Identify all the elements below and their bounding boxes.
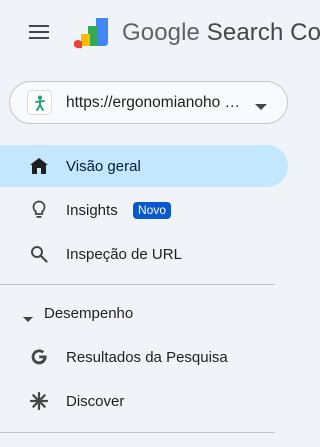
lightbulb-icon <box>29 200 49 220</box>
product-name-google: Google <box>122 19 200 46</box>
nav-item-label: Discover <box>66 392 125 410</box>
section-header-performance[interactable]: Desempenho <box>0 296 288 332</box>
product-name: Google Search Co <box>122 19 320 47</box>
nav-item-discover[interactable]: Discover <box>0 380 288 422</box>
nav-item-label: Inspeção de URL <box>66 245 182 263</box>
search-console-logo-icon[interactable] <box>74 16 112 50</box>
nav-item-overview[interactable]: Visão geral <box>0 145 288 187</box>
nav-item-search-results[interactable]: Resultados da Pesquisa <box>0 336 288 378</box>
nav-item-url-inspection[interactable]: Inspeção de URL <box>0 233 288 275</box>
caret-down-icon <box>255 99 267 110</box>
google-g-icon <box>29 347 49 367</box>
nav-item-insights[interactable]: Insights Novo <box>0 189 288 231</box>
property-selector[interactable]: https://ergonomianoho … <box>9 81 288 124</box>
search-icon <box>29 244 49 264</box>
app-window: Google Search Co https://ergonomianoho …… <box>0 0 320 447</box>
nav-item-label: Visão geral <box>66 157 141 175</box>
hamburger-menu-icon[interactable] <box>23 16 55 48</box>
header: Google Search Co <box>0 0 320 68</box>
divider <box>0 432 275 433</box>
caret-down-icon <box>23 310 33 322</box>
asterisk-icon <box>29 391 49 411</box>
divider <box>0 284 275 285</box>
nav-item-label: Insights <box>66 201 118 219</box>
property-url: https://ergonomianoho … <box>66 94 241 111</box>
nav-item-label: Resultados da Pesquisa <box>66 348 228 366</box>
home-icon <box>29 156 49 176</box>
product-name-rest: Search Co <box>200 19 320 46</box>
accessibility-figure-icon <box>27 90 52 115</box>
new-badge: Novo <box>133 202 172 219</box>
section-label: Desempenho <box>44 305 134 322</box>
